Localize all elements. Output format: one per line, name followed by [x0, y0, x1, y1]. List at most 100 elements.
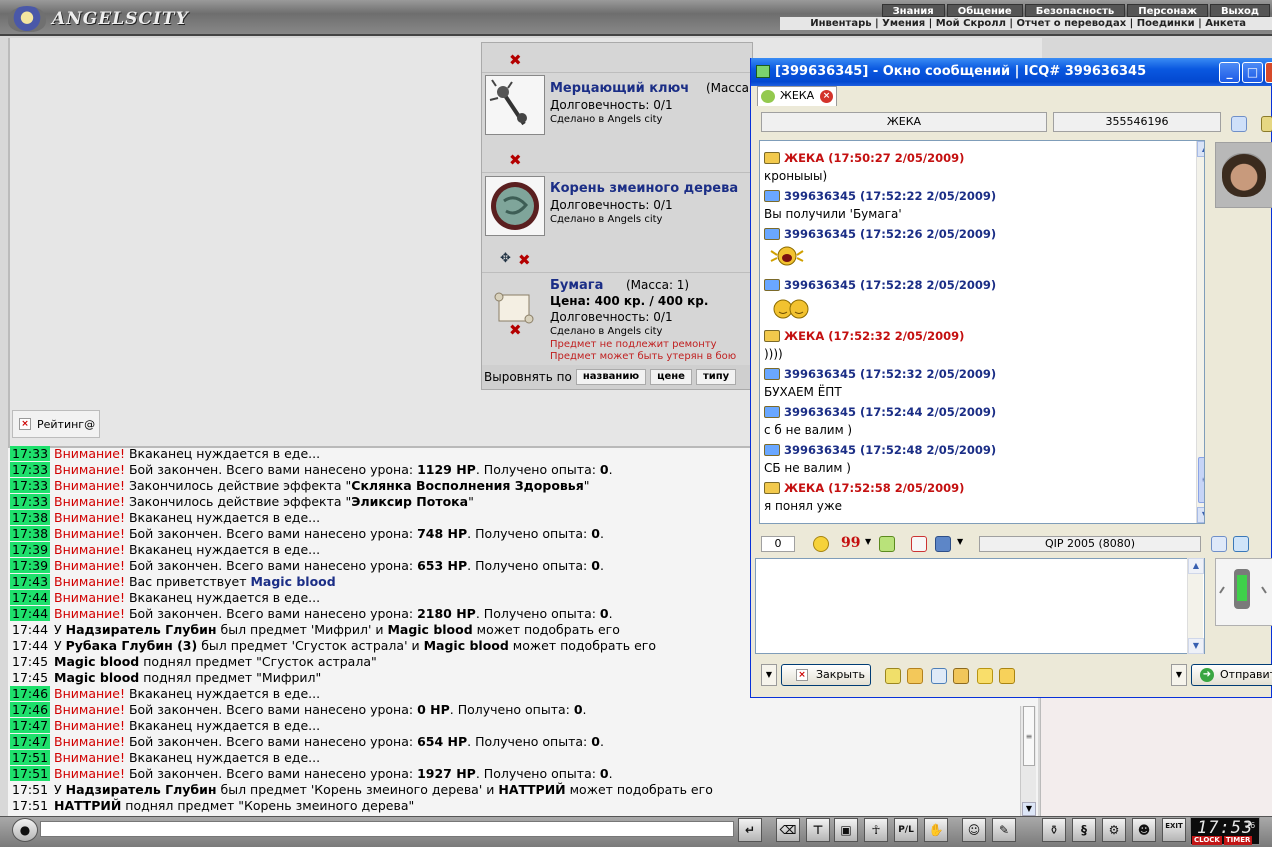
quote-icon[interactable]: 99: [841, 535, 860, 551]
files-icon[interactable]: [999, 668, 1015, 684]
item-name[interactable]: Корень змеиного дерева: [550, 181, 738, 196]
calendar-icon[interactable]: [911, 536, 927, 552]
qip-title-bar[interactable]: [399636345] - Окно сообщений | ICQ# 3996…: [751, 58, 1272, 86]
quote-dropdown-icon[interactable]: ▼: [865, 537, 871, 546]
menu-security[interactable]: Безопасность: [1024, 4, 1126, 17]
hand-icon[interactable]: ✋: [924, 818, 948, 842]
close-window-icon[interactable]: [1265, 62, 1272, 83]
input-scroll-up-icon[interactable]: ▲: [1188, 558, 1204, 574]
pad-icon[interactable]: ●: [12, 818, 38, 842]
mace-key-icon: [489, 79, 527, 126]
angels-shield-icon: [8, 6, 46, 32]
floppy-icon[interactable]: ▣: [834, 818, 858, 842]
chat-text: . Получено опыта:: [467, 558, 592, 573]
contact-status-icon: [761, 90, 775, 103]
eraser-icon[interactable]: ⌫: [776, 818, 800, 842]
history-scroll-thumb[interactable]: ≡: [1198, 457, 1204, 503]
exit-icon[interactable]: EXIT: [1162, 818, 1186, 842]
menu-communication[interactable]: Общение: [946, 4, 1023, 17]
figure-icon[interactable]: ☥: [864, 818, 888, 842]
item-name[interactable]: Бумага: [550, 278, 603, 293]
inventory-item-root: ✥ ✖ Корень змеиного дерева Долговечность…: [482, 173, 754, 273]
options-dropdown-icon[interactable]: ▼: [761, 664, 777, 686]
chat-text: Бой закончен. Всего вами нанесено урона:: [128, 766, 418, 781]
chat-line: 17:46 Внимание! Бой закончен. Всего вами…: [10, 702, 1020, 718]
delete-icon[interactable]: ✖: [509, 321, 522, 339]
repair-icon[interactable]: ✥: [500, 251, 511, 266]
item-name[interactable]: Мерцающий ключ: [550, 81, 689, 96]
notes-icon[interactable]: [931, 668, 947, 684]
tab-contact[interactable]: ЖЕКА ×: [757, 86, 837, 106]
clock-label[interactable]: CLOCK: [1192, 836, 1222, 845]
rating-button[interactable]: × Рейтинг@: [12, 410, 100, 438]
delete-icon[interactable]: ✖: [509, 51, 522, 69]
message-input[interactable]: [755, 558, 1205, 654]
chat-warning: Внимание!: [54, 558, 129, 573]
input-scroll-down-icon[interactable]: ▼: [1188, 638, 1204, 654]
sort-by-type-button[interactable]: типу: [695, 369, 737, 385]
chat-scroll-thumb[interactable]: ≡: [1023, 706, 1035, 766]
people-icon[interactable]: ☻: [1132, 818, 1156, 842]
message-bottom-bar: ▼ × Закрыть ▼ ➜ Отправить: [759, 662, 1272, 690]
filter-icon[interactable]: ⊤: [806, 818, 830, 842]
contact-uin-field: 355546196: [1053, 112, 1221, 132]
send-button[interactable]: ➜ Отправить: [1191, 664, 1272, 686]
save-dropdown-icon[interactable]: ▼: [957, 537, 963, 546]
message-header: ЖЕКА (17:52:58 2/05/2009): [764, 481, 964, 495]
send-options-dropdown-icon[interactable]: ▼: [1171, 664, 1187, 686]
input-scrollbar[interactable]: ▲ ▼: [1187, 558, 1204, 654]
scroll-icon[interactable]: §: [1072, 818, 1096, 842]
chat-line: 17:51 Внимание! Бой закончен. Всего вами…: [10, 766, 1020, 782]
gear-icon[interactable]: ⚙: [1102, 818, 1126, 842]
maximize-icon[interactable]: □: [1242, 62, 1263, 83]
contacts-icon[interactable]: [907, 668, 923, 684]
save-history-icon[interactable]: [935, 536, 951, 552]
scroll-down-icon[interactable]: ▼: [1197, 507, 1204, 523]
tab-close-icon[interactable]: ×: [820, 90, 833, 103]
mace-key-image[interactable]: [485, 75, 545, 135]
delete-icon[interactable]: ✖: [518, 251, 531, 269]
root-image[interactable]: [485, 176, 545, 236]
item-mass: (Масса: [706, 81, 749, 95]
chat-scrollbar[interactable]: ≡ ▼: [1020, 706, 1036, 816]
pl-icon[interactable]: P/L: [894, 818, 918, 842]
chat-warning: Внимание!: [54, 446, 129, 461]
smiley-icon[interactable]: ☺: [962, 818, 986, 842]
chat-warning: Внимание!: [54, 590, 129, 605]
delete-icon[interactable]: ✖: [509, 151, 522, 169]
sort-by-name-button[interactable]: названию: [575, 369, 647, 385]
message-history[interactable]: ЖЕКА (17:50:27 2/05/2009) кроныыы) 3996363…: [759, 140, 1205, 524]
menu-exit[interactable]: Выход: [1209, 4, 1270, 17]
smiley-icon[interactable]: [813, 536, 829, 552]
message-header: 399636345 (17:52:32 2/05/2009): [764, 367, 996, 381]
spellcheck-icon[interactable]: [879, 536, 895, 552]
history-scrollbar[interactable]: ▲ ≡ ▼: [1196, 141, 1204, 523]
chat-text: .: [599, 526, 604, 541]
scroll-up-icon[interactable]: ▲: [1197, 141, 1204, 157]
close-button[interactable]: × Закрыть: [781, 664, 871, 686]
settings-icon[interactable]: [1211, 536, 1227, 552]
bottle-icon[interactable]: ⚱: [1042, 818, 1066, 842]
folder-icon[interactable]: [977, 668, 993, 684]
menu-character[interactable]: Персонаж: [1127, 4, 1208, 17]
enter-icon[interactable]: ↵: [738, 818, 762, 842]
outgoing-message-icon: [764, 279, 780, 291]
clock-seconds: 26: [1245, 821, 1256, 830]
message-text: я понял уже: [764, 499, 843, 513]
sort-by-price-button[interactable]: цене: [650, 369, 692, 385]
info-icon[interactable]: [1261, 116, 1272, 132]
chat-highlight: Magic blood: [387, 622, 473, 637]
timer-label[interactable]: TIMER: [1223, 836, 1253, 845]
chat-highlight[interactable]: Magic blood: [250, 574, 335, 589]
menu-knowledge[interactable]: Знания: [881, 4, 945, 17]
broom-icon[interactable]: ✎: [992, 818, 1016, 842]
character-submenu[interactable]: Инвентарь | Умения | Мой Скролл | Отчет …: [780, 17, 1272, 30]
chat-scroll-down-icon[interactable]: ▼: [1022, 802, 1036, 816]
chat-input[interactable]: [40, 821, 734, 837]
translit-icon[interactable]: [885, 668, 901, 684]
inventory-item-paper: ✖ Бумага (Масса: 1) Цена: 400 кр. / 400 …: [482, 273, 754, 365]
split-icon[interactable]: [1233, 536, 1249, 552]
tools-icon[interactable]: [953, 668, 969, 684]
minimize-icon[interactable]: _: [1219, 62, 1240, 83]
contact-card-icon[interactable]: [1231, 116, 1247, 132]
